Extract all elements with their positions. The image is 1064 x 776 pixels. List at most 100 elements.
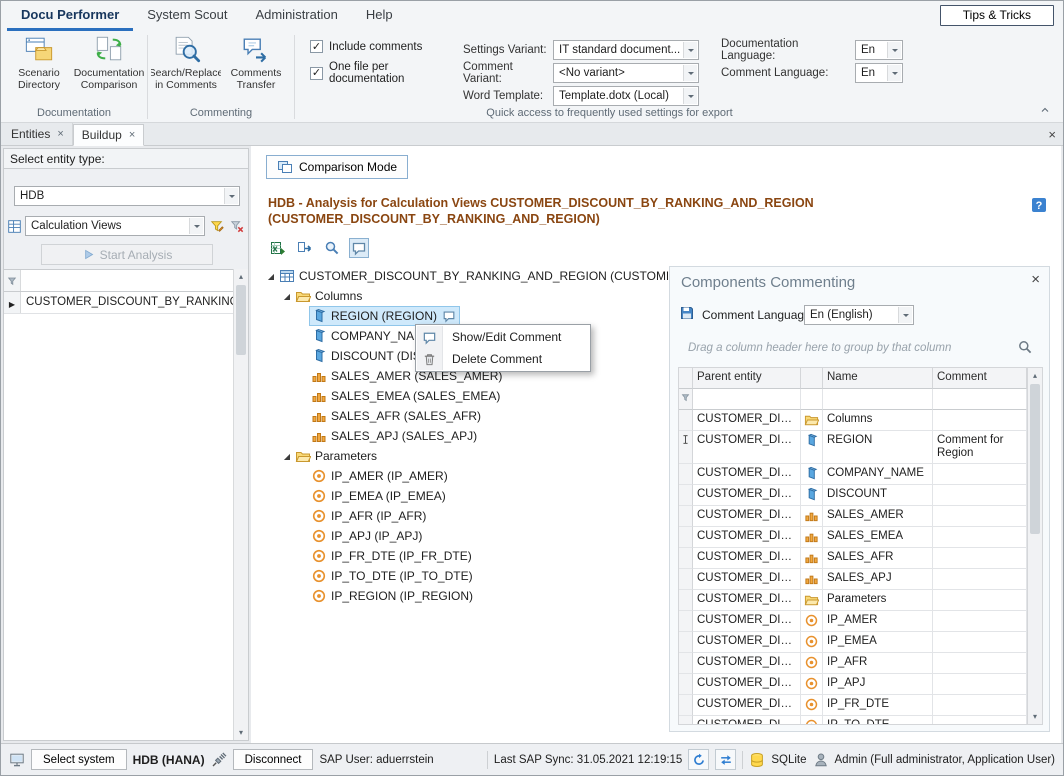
expander-icon[interactable] <box>280 292 294 301</box>
component-row[interactable]: CUSTOMER_DISCOUNT_BY_RANKING_AND_REGION … <box>679 695 1027 716</box>
parent-entity-cell[interactable]: CUSTOMER_DISCOUNT_BY_RANKING_AND_REGION <box>693 674 801 695</box>
component-row[interactable]: CUSTOMER_DISCOUNT_BY_RANKING_AND_REGION … <box>679 590 1027 611</box>
entity-grid-row[interactable]: CUSTOMER_DISCOUNT_BY_RANKING_AND_REGION <box>4 292 233 314</box>
filter-parent-cell[interactable] <box>693 389 801 410</box>
tips-and-tricks-button[interactable]: Tips & Tricks <box>940 5 1054 26</box>
comments-transfer-button[interactable]: Comments Transfer <box>221 31 291 107</box>
parent-entity-cell[interactable]: CUSTOMER_DISCOUNT_BY_RANKING_AND_REGION <box>693 590 801 611</box>
collapse-ribbon-button[interactable] <box>1035 101 1055 118</box>
left-panel-scrollbar[interactable] <box>233 269 248 740</box>
documentation-comparison-button[interactable]: Documentation Comparison <box>74 31 144 107</box>
toggle-comments-button[interactable] <box>349 238 369 258</box>
refresh-sync-button[interactable] <box>688 749 709 770</box>
close-tab-icon[interactable] <box>129 130 135 140</box>
tree-node[interactable]: SALES_AFR (SALES_AFR) <box>264 406 668 426</box>
name-cell[interactable]: SALES_EMEA <box>823 527 933 548</box>
comment-cell[interactable] <box>933 464 1027 485</box>
close-tab-strip-button[interactable] <box>1048 127 1056 142</box>
disconnect-button[interactable]: Disconnect <box>233 749 314 770</box>
name-cell[interactable]: REGION <box>823 431 933 464</box>
column-header-comment[interactable]: Comment <box>933 368 1027 389</box>
name-cell[interactable]: SALES_AMER <box>823 506 933 527</box>
tree-node[interactable]: IP_AFR (IP_AFR) <box>264 506 668 526</box>
component-row[interactable]: CUSTOMER_DISCOUNT_BY_RANKING_AND_REGION … <box>679 527 1027 548</box>
context-menu-item-delete-comment[interactable]: Delete Comment <box>417 348 589 370</box>
tree-node[interactable]: SALES_APJ (SALES_APJ) <box>264 426 668 446</box>
tree-node[interactable]: IP_FR_DTE (IP_FR_DTE) <box>264 546 668 566</box>
filter-comment-cell[interactable] <box>933 389 1027 410</box>
component-row[interactable]: CUSTOMER_DISCOUNT_BY_RANKING_AND_REGION … <box>679 716 1027 725</box>
tree-node[interactable]: IP_EMEA (IP_EMEA) <box>264 486 668 506</box>
name-cell[interactable]: DISCOUNT <box>823 485 933 506</box>
tree-node[interactable]: Parameters <box>264 446 668 466</box>
scenario-directory-button[interactable]: Scenario Directory <box>4 31 74 107</box>
filter-cell[interactable] <box>21 270 233 291</box>
clear-filter-button[interactable] <box>228 217 245 235</box>
comment-cell[interactable] <box>933 485 1027 506</box>
grid-filter-row[interactable] <box>4 270 233 292</box>
parent-entity-cell[interactable]: CUSTOMER_DISCOUNT_BY_RANKING_AND_REGION <box>693 485 801 506</box>
tree-node[interactable]: Columns <box>264 286 668 306</box>
transfer-button[interactable] <box>295 238 315 258</box>
name-cell[interactable]: SALES_APJ <box>823 569 933 590</box>
comment-cell[interactable] <box>933 653 1027 674</box>
word-template-select[interactable]: Template.dotx (Local) <box>553 86 699 106</box>
component-row[interactable]: CUSTOMER_DISCOUNT_BY_RANKING_AND_REGION … <box>679 653 1027 674</box>
parent-entity-cell[interactable]: CUSTOMER_DISCOUNT_BY_RANKING_AND_REGION <box>693 431 801 464</box>
filter-name-cell[interactable] <box>823 389 933 410</box>
tree-node[interactable]: REGION (REGION) <box>264 306 668 326</box>
tab-buildup[interactable]: Buildup <box>73 124 144 146</box>
tree-node[interactable]: SALES_EMEA (SALES_EMEA) <box>264 386 668 406</box>
scroll-up-icon[interactable] <box>1028 368 1042 383</box>
close-panel-icon[interactable] <box>1031 271 1040 288</box>
one-file-per-documentation-checkbox[interactable]: One file per documentation <box>310 61 463 85</box>
tab-entities[interactable]: Entities <box>3 123 73 145</box>
transfer-sync-button[interactable] <box>715 749 736 770</box>
name-cell[interactable]: IP_EMEA <box>823 632 933 653</box>
tree-node[interactable]: IP_APJ (IP_APJ) <box>264 526 668 546</box>
name-cell[interactable]: COMPANY_NAME <box>823 464 933 485</box>
comment-cell[interactable] <box>933 569 1027 590</box>
comment-cell[interactable] <box>933 632 1027 653</box>
component-row[interactable]: CUSTOMER_DISCOUNT_BY_RANKING_AND_REGION … <box>679 410 1027 431</box>
parent-entity-cell[interactable]: CUSTOMER_DISCOUNT_BY_RANKING_AND_REGION <box>693 716 801 725</box>
component-row[interactable]: CUSTOMER_DISCOUNT_BY_RANKING_AND_REGION … <box>679 632 1027 653</box>
comment-cell[interactable] <box>933 506 1027 527</box>
component-row[interactable]: CUSTOMER_DISCOUNT_BY_RANKING_AND_REGION … <box>679 506 1027 527</box>
comment-variant-select[interactable]: <No variant> <box>553 63 699 83</box>
search-button[interactable] <box>1017 339 1033 355</box>
edit-filter-button[interactable] <box>208 217 225 235</box>
system-select[interactable]: HDB <box>14 186 240 206</box>
comment-language-ribbon-select[interactable]: En <box>855 63 903 83</box>
component-row[interactable]: CUSTOMER_DISCOUNT_BY_RANKING_AND_REGION … <box>679 569 1027 590</box>
documentation-language-select[interactable]: En <box>855 40 903 60</box>
parent-entity-cell[interactable]: CUSTOMER_DISCOUNT_BY_RANKING_AND_REGION <box>693 611 801 632</box>
comment-cell[interactable] <box>933 548 1027 569</box>
component-row[interactable]: CUSTOMER_DISCOUNT_BY_RANKING_AND_REGION … <box>679 485 1027 506</box>
comment-cell[interactable] <box>933 695 1027 716</box>
column-header-name[interactable]: Name <box>823 368 933 389</box>
name-cell[interactable]: IP_FR_DTE <box>823 695 933 716</box>
component-row[interactable]: CUSTOMER_DISCOUNT_BY_RANKING_AND_REGION … <box>679 611 1027 632</box>
parent-entity-cell[interactable]: CUSTOMER_DISCOUNT_BY_RANKING_AND_REGION <box>693 410 801 431</box>
comment-cell[interactable] <box>933 410 1027 431</box>
preview-button[interactable] <box>322 238 342 258</box>
tree-node[interactable]: IP_AMER (IP_AMER) <box>264 466 668 486</box>
expand-row-icon[interactable] <box>9 296 15 310</box>
scroll-thumb[interactable] <box>1030 384 1040 534</box>
close-tab-icon[interactable] <box>57 129 63 139</box>
comment-cell[interactable] <box>933 611 1027 632</box>
menu-item-system-scout[interactable]: System Scout <box>133 1 241 31</box>
save-comments-button[interactable] <box>679 305 695 321</box>
expander-icon[interactable] <box>280 452 294 461</box>
entity-name-cell[interactable]: CUSTOMER_DISCOUNT_BY_RANKING_AND_REGION <box>21 292 233 313</box>
settings-variant-select[interactable]: IT standard document... <box>553 40 699 60</box>
comment-cell[interactable] <box>933 527 1027 548</box>
tree-node[interactable]: IP_REGION (IP_REGION) <box>264 586 668 606</box>
tree-node[interactable]: CUSTOMER_DISCOUNT_BY_RANKING_AND_REGION … <box>264 266 668 286</box>
scroll-thumb[interactable] <box>236 285 246 355</box>
scroll-down-icon[interactable] <box>1028 709 1042 724</box>
scroll-up-icon[interactable] <box>234 269 248 284</box>
help-button[interactable]: ? <box>1031 197 1047 213</box>
name-cell[interactable]: IP_AMER <box>823 611 933 632</box>
